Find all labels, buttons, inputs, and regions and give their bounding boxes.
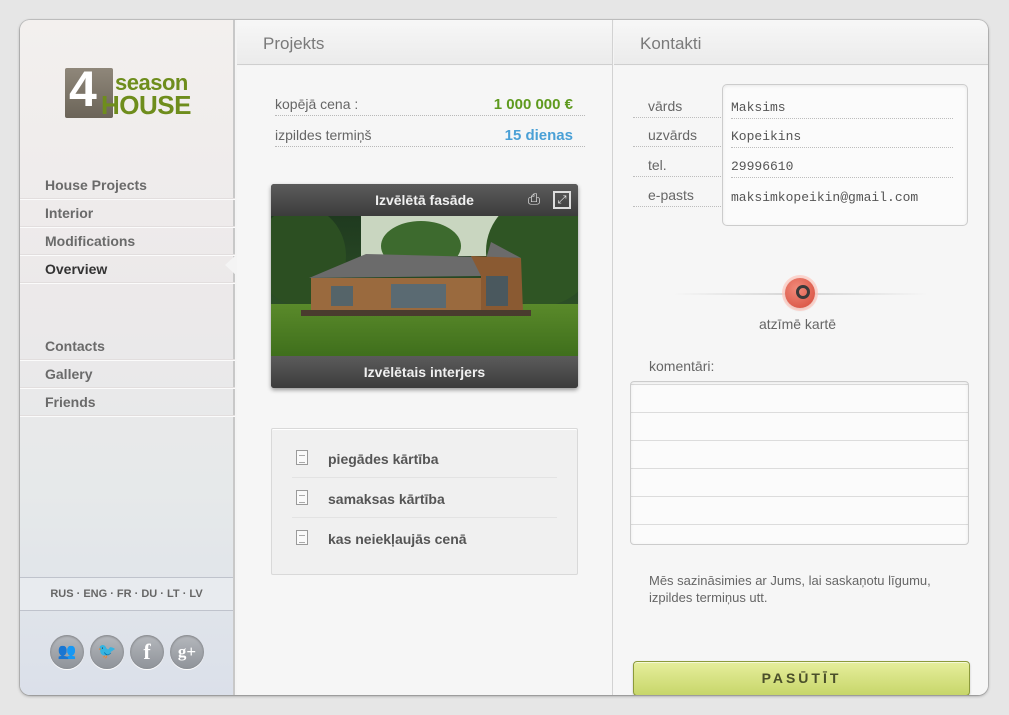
logo-word-house: HOUSE [101,90,191,120]
nav-item-house-projects[interactable]: House Projects [20,171,235,199]
document-icon [296,450,308,465]
expand-icon[interactable]: ⤢ [553,191,571,209]
logo[interactable]: 4 season HOUSE [65,64,195,120]
project-heading: Projekts [237,20,613,65]
order-button[interactable]: PASŪTĪT [633,661,970,695]
nav-item-gallery[interactable]: Gallery [20,360,235,388]
field-label-email: e-pasts [633,183,723,207]
app-window: 4 season HOUSE House Projects Interior M… [20,20,988,695]
project-panel: kopējā cena : 1 000 000 € izpildes termi… [237,66,612,695]
doc-link-excluded[interactable]: kas neiekļaujās cenā [292,518,557,558]
term-value: 15 dienas [504,127,573,144]
twitter-icon[interactable]: 🐦 [90,635,124,669]
social-links: 👥 🐦 f g+ [50,635,204,669]
interior-title[interactable]: Izvēlētais interjers [271,356,578,388]
nav-item-friends[interactable]: Friends [20,388,235,416]
users-icon[interactable]: 👥 [50,635,84,669]
total-price-value: 1 000 000 € [493,96,573,113]
logo-number: 4 [69,61,97,117]
sidebar: 4 season HOUSE House Projects Interior M… [20,20,235,695]
active-nav-pointer [225,254,237,276]
document-links: piegādes kārtība samaksas kārtība kas ne… [271,428,578,575]
total-price-label: kopējā cena : [275,96,359,112]
nav-item-contacts[interactable]: Contacts [20,332,235,360]
print-icon[interactable]: ⎙ [525,191,543,209]
document-icon [296,530,308,545]
google-plus-icon[interactable]: g+ [170,635,204,669]
term-label: izpildes termiņš [275,127,372,143]
contact-panel: vārds uzvārds tel. e-pasts Maksims Kopei… [613,66,988,695]
doc-link-label: kas neiekļaujās cenā [328,531,467,547]
nav-item-overview[interactable]: Overview [20,255,235,283]
comment-textarea[interactable] [630,381,969,545]
name-field[interactable]: Maksims [731,95,953,119]
doc-link-label: samaksas kārtība [328,491,445,507]
nav-item-interior[interactable]: Interior [20,199,235,227]
doc-link-delivery[interactable]: piegādes kārtība [292,438,557,478]
secondary-nav: Contacts Gallery Friends [20,332,235,416]
map-pin-icon[interactable] [785,278,815,308]
comment-label: komentāri: [649,358,715,374]
field-label-surname: uzvārds [633,123,723,147]
email-field[interactable]: maksimkopeikin@gmail.com [731,184,953,208]
surname-field[interactable]: Kopeikins [731,124,953,148]
house-facade-image[interactable] [271,216,578,356]
field-label-phone: tel. [633,153,723,177]
contacts-heading: Kontakti [614,20,988,65]
doc-link-payment[interactable]: samaksas kārtība [292,478,557,518]
facade-card[interactable]: Izvēlētā fasāde ⎙ ⤢ Izvēlētais interjers [271,184,578,388]
main-nav: House Projects Interior Modifications Ov… [20,171,235,283]
contact-form: Maksims Kopeikins 29996610 maksimkopeiki… [722,84,968,226]
contact-note: Mēs sazināsimies ar Jums, lai saskaņotu … [649,573,931,605]
language-switcher[interactable]: RUS · ENG · FR · DU · LT · LV [20,577,233,611]
map-label[interactable]: atzīmē kartē [759,316,836,332]
field-label-name: vārds [633,94,723,118]
nav-item-modifications[interactable]: Modifications [20,227,235,255]
doc-link-label: piegādes kārtība [328,451,439,467]
phone-field[interactable]: 29996610 [731,154,953,178]
document-icon [296,490,308,505]
facebook-icon[interactable]: f [130,635,164,669]
total-price-row: kopējā cena : 1 000 000 € [275,92,585,116]
term-row: izpildes termiņš 15 dienas [275,123,585,147]
